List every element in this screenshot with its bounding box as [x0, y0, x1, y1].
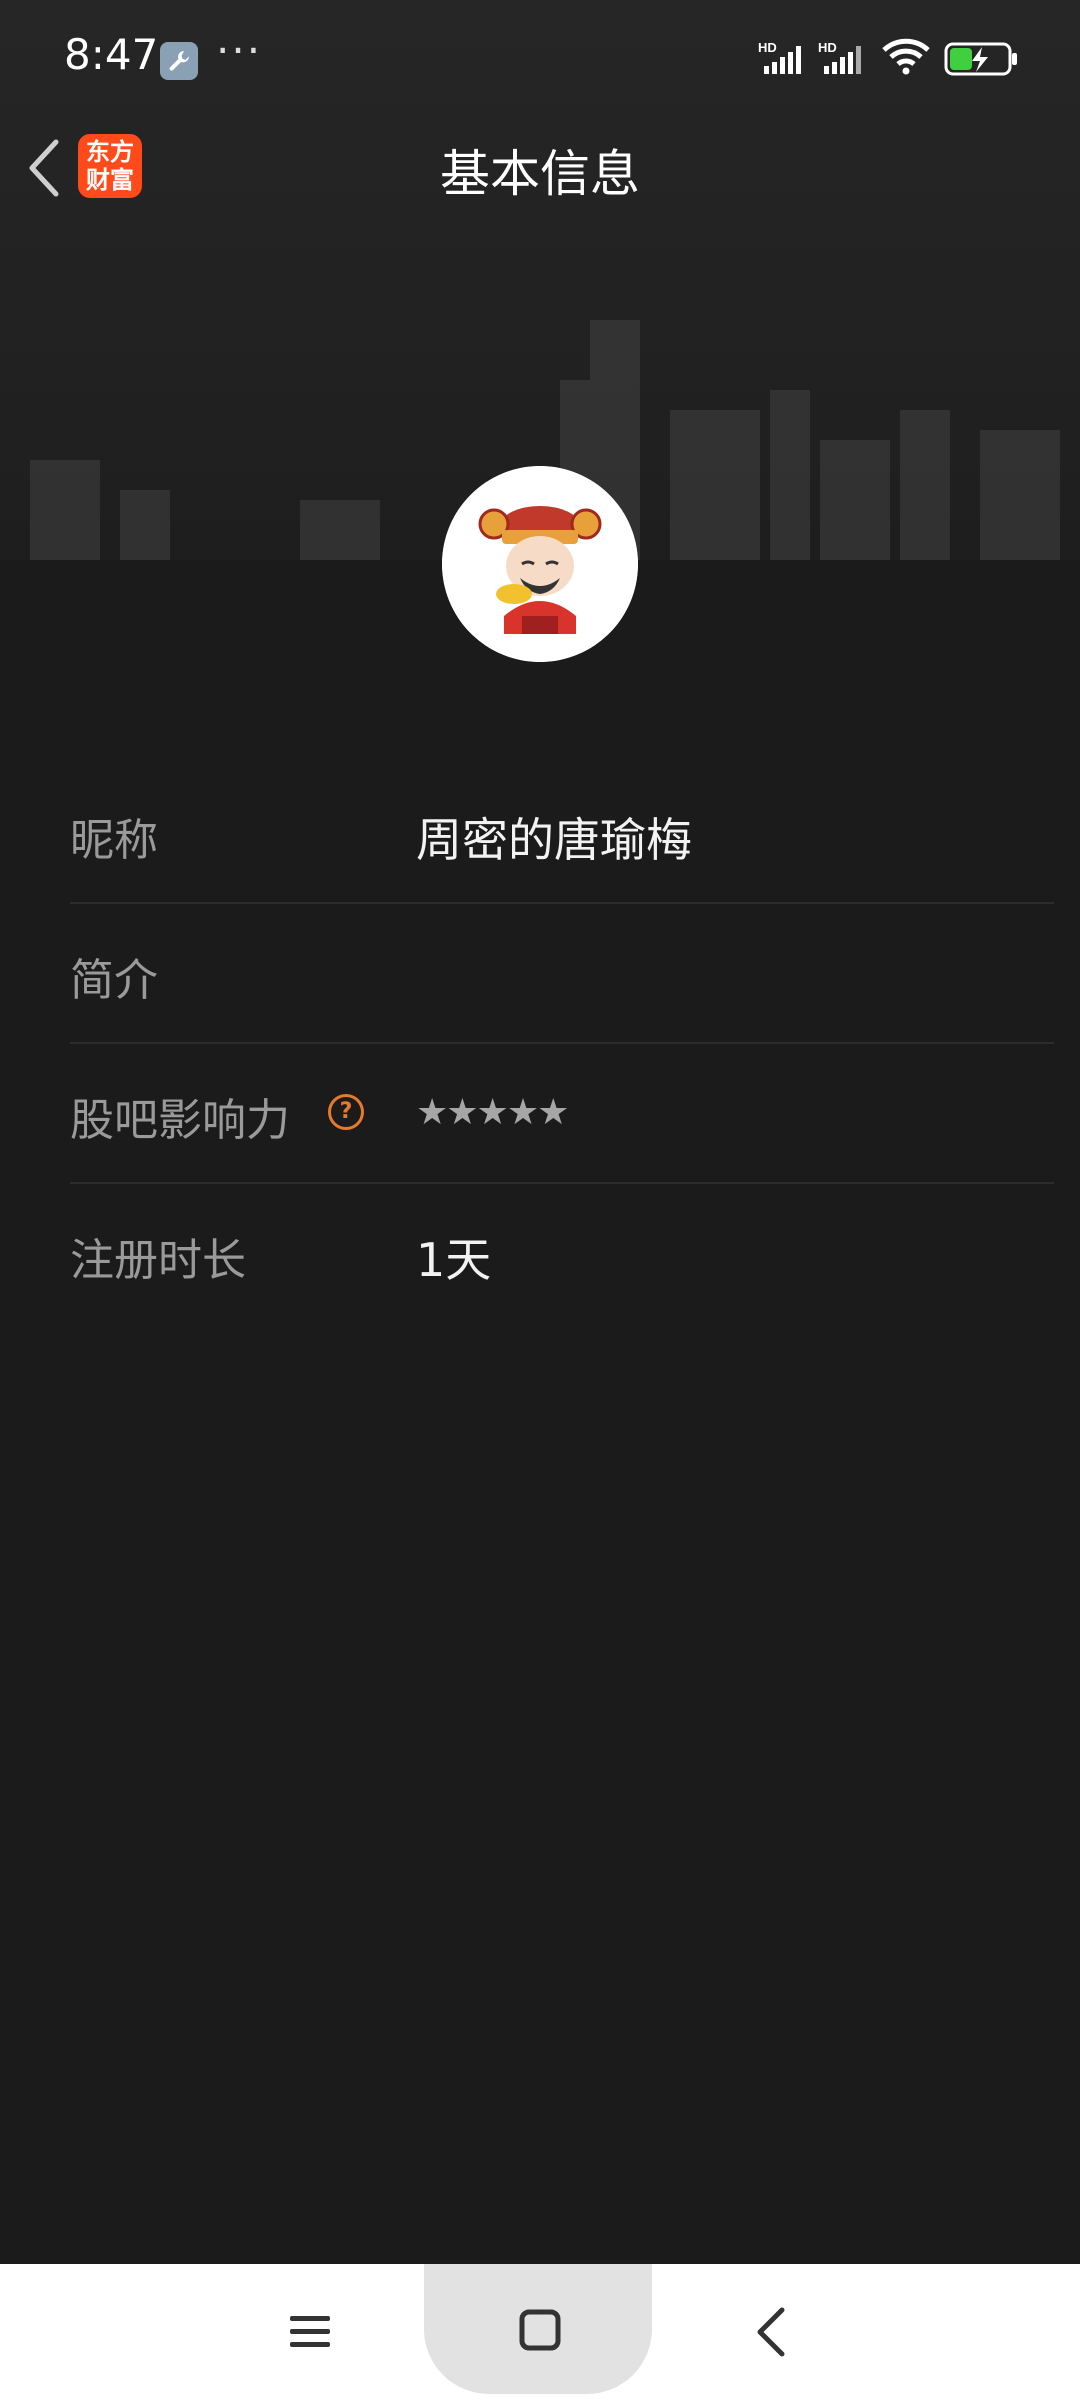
status-time: 8:47 — [64, 30, 159, 79]
system-navigation-bar — [0, 2264, 1080, 2400]
battery-charging-icon — [944, 42, 1017, 76]
registration-duration-label: 注册时长 — [70, 1235, 246, 1286]
wrench-icon — [160, 42, 198, 80]
bio-label: 简介 — [70, 955, 158, 1006]
influence-stars: ★★★★★ — [416, 1092, 569, 1133]
status-bar: 8:47 ··· HD HD — [0, 0, 1080, 118]
svg-text:HD: HD — [758, 40, 777, 55]
help-icon[interactable]: ? — [328, 1094, 364, 1130]
home-icon[interactable] — [516, 2306, 564, 2354]
profile-info-list: 昵称 周密的唐瑜梅 简介 股吧影响力 ? ★★★★★ 注册时长 1天 — [70, 764, 1054, 1322]
page-title: 基本信息 — [440, 145, 640, 203]
registration-duration-row: 注册时长 1天 — [70, 1184, 1054, 1322]
nickname-label: 昵称 — [70, 815, 158, 866]
wifi-icon — [882, 38, 930, 75]
avatar[interactable] — [442, 466, 638, 662]
more-notifications-icon: ··· — [216, 26, 263, 75]
nickname-row[interactable]: 昵称 周密的唐瑜梅 — [70, 764, 1054, 904]
cellular-signal-icon: HD — [758, 40, 801, 74]
influence-label: 股吧影响力 — [70, 1095, 290, 1146]
god-of-wealth-avatar-image — [442, 466, 638, 662]
nickname-value: 周密的唐瑜梅 — [416, 813, 692, 867]
registration-duration-value: 1天 — [416, 1233, 492, 1287]
cellular-signal-icon: HD — [818, 40, 861, 74]
nav-back-icon[interactable] — [748, 2302, 796, 2362]
influence-row: 股吧影响力 ? ★★★★★ — [70, 1044, 1054, 1184]
svg-text:HD: HD — [818, 40, 837, 55]
bio-row[interactable]: 简介 — [70, 904, 1054, 1044]
menu-icon[interactable] — [282, 2304, 338, 2360]
